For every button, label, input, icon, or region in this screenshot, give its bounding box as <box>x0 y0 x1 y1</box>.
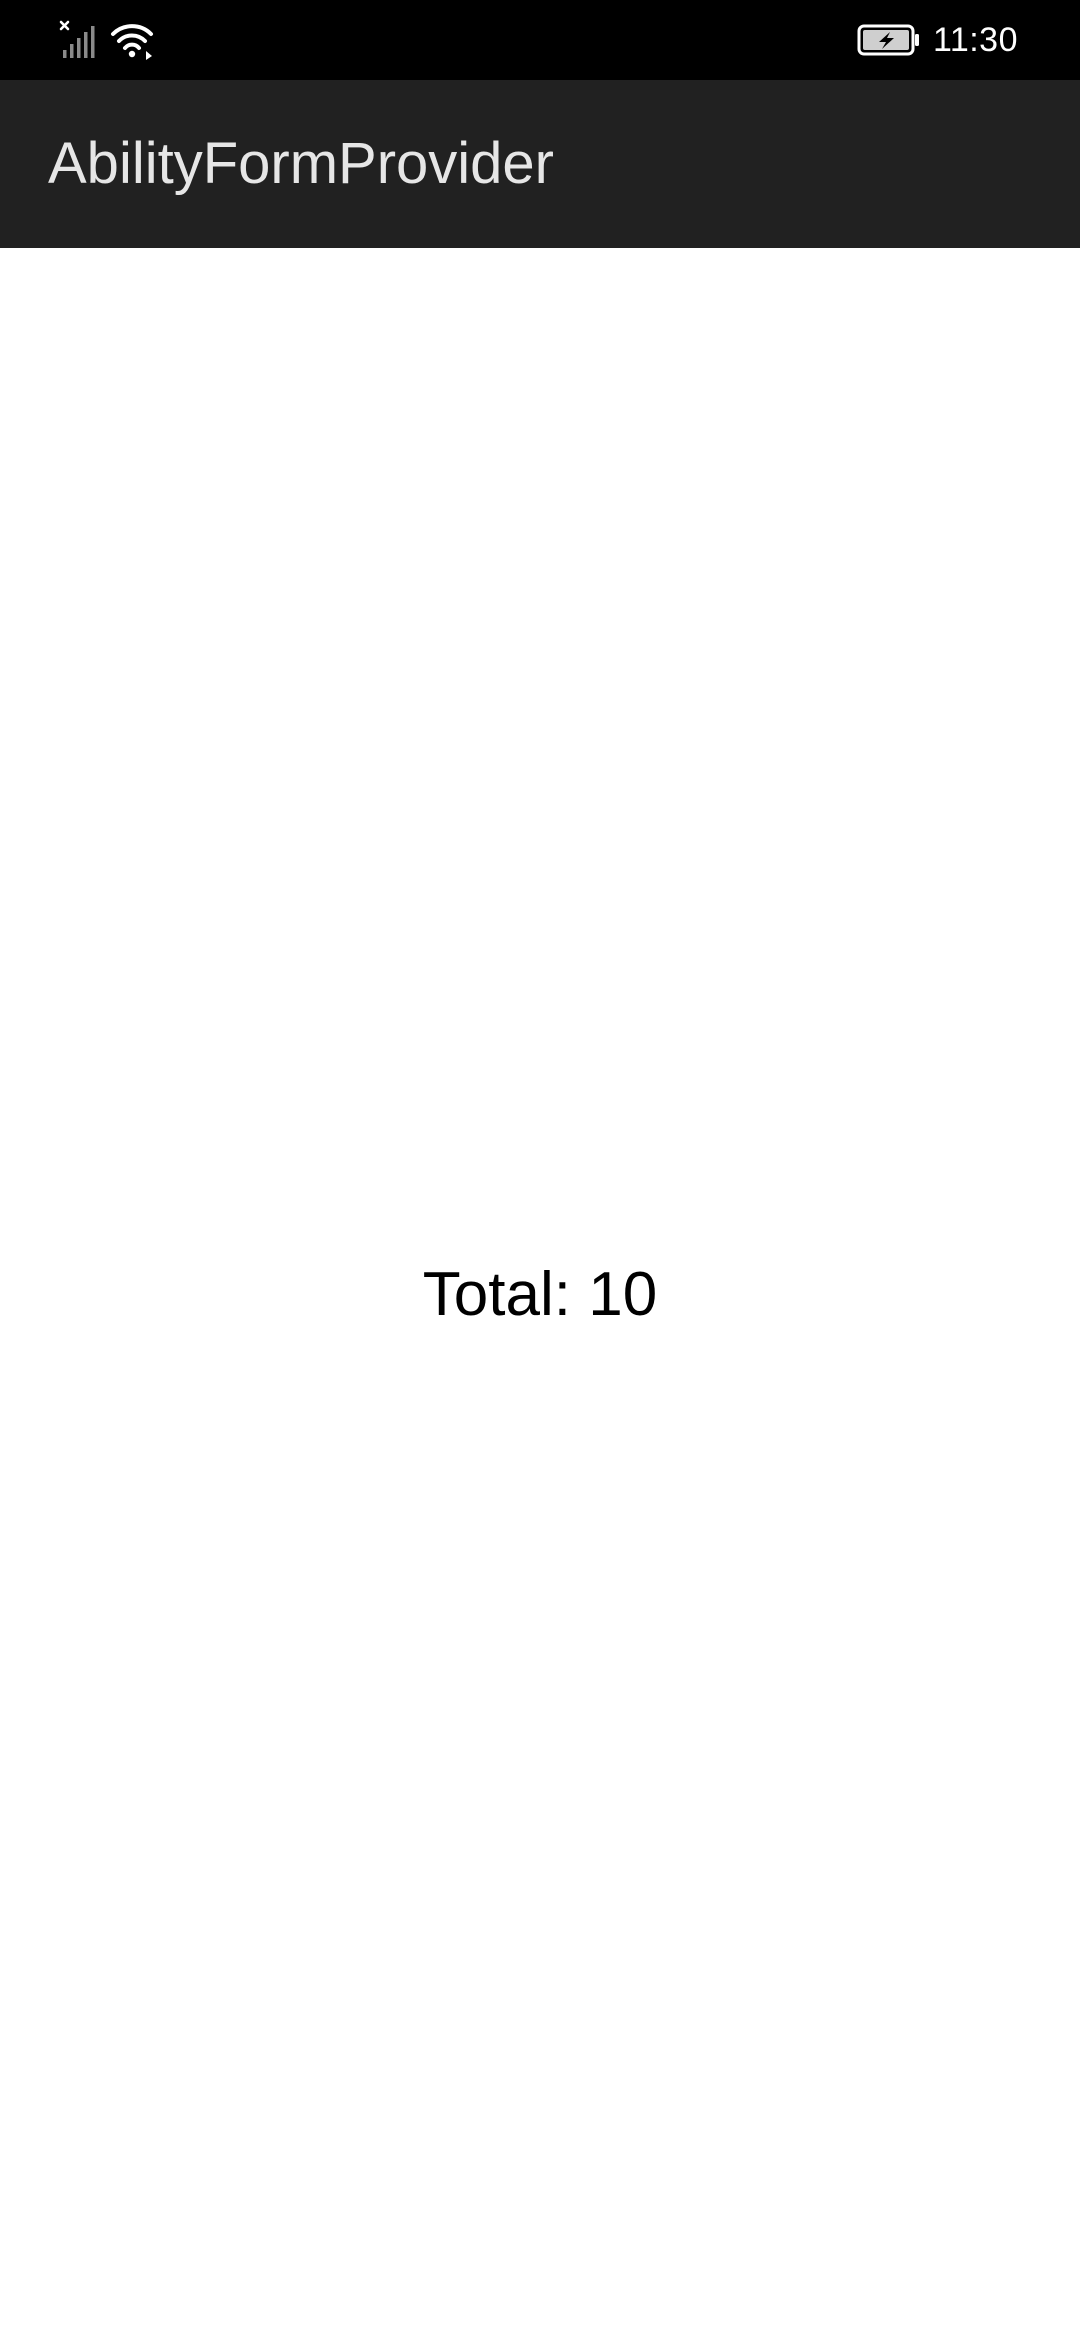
status-bar: 11:30 <box>0 0 1080 80</box>
app-screen: 11:30 AbilityFormProvider Total: 10 <box>0 0 1080 2340</box>
total-count-text: Total: 10 <box>422 1260 658 1329</box>
battery-charging-icon <box>857 24 919 56</box>
main-content: Total: 10 <box>0 248 1080 2340</box>
signal-no-service-icon <box>59 20 95 58</box>
status-bar-left <box>58 20 154 60</box>
app-title: AbilityFormProvider <box>48 131 554 196</box>
status-clock: 11:30 <box>932 21 1018 59</box>
app-bar: AbilityFormProvider <box>0 80 1080 248</box>
status-bar-right: 11:30 <box>857 18 1018 62</box>
wifi-icon <box>111 24 153 60</box>
